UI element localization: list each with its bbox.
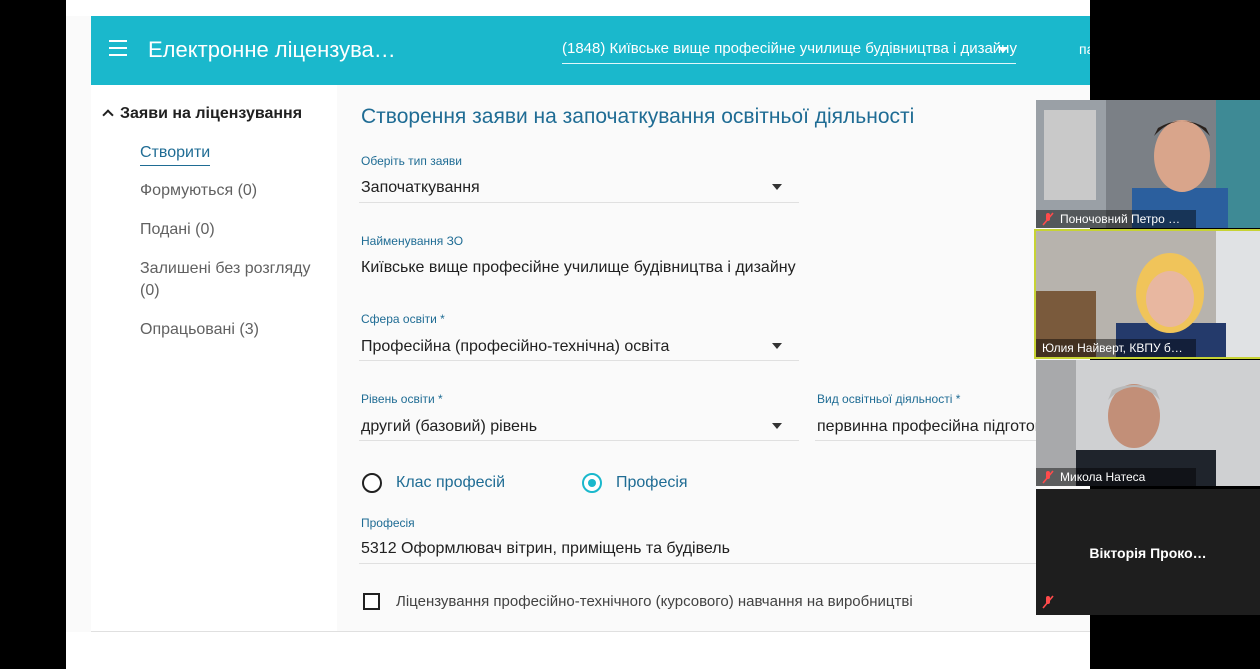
caret-down-icon <box>772 343 782 349</box>
education-level-label: Рівень освіти * <box>361 392 443 406</box>
sidebar-item-forming[interactable]: Формуються (0) <box>140 180 330 202</box>
sidebar-item-left-unconsidered[interactable]: Залишені без розгляду (0) <box>140 258 330 302</box>
activity-type-label: Вид освітньої діяльності * <box>817 392 961 406</box>
application-form: Створення заяви на започаткування освітн… <box>337 85 1090 631</box>
caret-down-icon <box>998 47 1008 53</box>
participant-tile-no-video[interactable]: Вікторія Проко… <box>1036 489 1260 615</box>
participant-name: Поночовний Петро … <box>1036 210 1196 228</box>
participant-tile-speaking[interactable]: Юлия Найверт, КВПУ б… <box>1034 229 1260 359</box>
education-sphere-label: Сфера освіти * <box>361 312 445 326</box>
participant-name: Юлия Найверт, КВПУ б… <box>1036 339 1196 357</box>
education-level-select[interactable]: другий (базовий) рівень <box>361 418 771 436</box>
hamburger-menu-icon[interactable] <box>109 40 127 56</box>
shared-screen: Електронне ліцензува… (1848) Київське ви… <box>66 0 1090 669</box>
sidebar-item-create[interactable]: Створити <box>140 142 211 166</box>
mic-muted-icon <box>1042 595 1054 609</box>
education-sphere-select[interactable]: Професійна (професійно-технічна) освіта <box>361 338 771 356</box>
mic-muted-icon <box>1042 470 1054 484</box>
sidebar-section-header[interactable]: Заяви на ліцензування <box>102 105 303 123</box>
participant-name: Микола Натеса <box>1036 468 1196 486</box>
on-the-job-training-label[interactable]: Ліцензування професійно-технічного (курс… <box>396 593 913 610</box>
institution-name-value: Київське вище професійне училище будівни… <box>361 259 796 276</box>
mic-muted-icon <box>1042 212 1054 226</box>
radio-profession-label[interactable]: Професія <box>616 474 688 492</box>
caret-down-icon <box>772 184 782 190</box>
organization-select-value: (1848) Київське вище професійне училище … <box>562 40 1017 57</box>
participant-name: Вікторія Проко… <box>1089 545 1207 561</box>
sidebar: Заяви на ліцензування Створити Формуютьс… <box>91 85 337 631</box>
participant-tile[interactable]: Микола Натеса <box>1036 360 1260 486</box>
sidebar-item-processed[interactable]: Опрацьовані (3) <box>140 319 330 341</box>
institution-name-label: Найменування ЗО <box>361 234 464 248</box>
participant-tile[interactable]: Поночовний Петро … <box>1036 100 1260 228</box>
organization-select[interactable]: (1848) Київське вище професійне училище … <box>562 40 1017 64</box>
form-title: Створення заяви на започаткування освітн… <box>361 105 915 128</box>
appbar-user-link[interactable]: па <box>1079 41 1090 57</box>
caret-down-icon <box>772 423 782 429</box>
on-the-job-training-checkbox[interactable] <box>363 593 380 610</box>
sidebar-item-submitted[interactable]: Подані (0) <box>140 219 330 241</box>
participant-video-icon <box>1036 100 1260 228</box>
app-bar: Електронне ліцензува… (1848) Київське ви… <box>91 16 1090 85</box>
sidebar-section-label: Заяви на ліцензування <box>120 105 303 122</box>
profession-label: Професія <box>361 516 415 530</box>
radio-profession-class-label[interactable]: Клас професій <box>396 474 505 492</box>
profession-input[interactable]: 5312 Оформлювач вітрин, приміщень та буд… <box>361 540 1001 558</box>
app-title: Електронне ліцензува… <box>148 37 396 62</box>
radio-profession[interactable] <box>582 473 602 493</box>
application-type-label: Оберіть тип заяви <box>361 154 462 168</box>
application-type-select[interactable]: Започаткування <box>361 179 771 197</box>
radio-profession-class[interactable] <box>362 473 382 493</box>
chevron-up-icon <box>102 109 114 121</box>
